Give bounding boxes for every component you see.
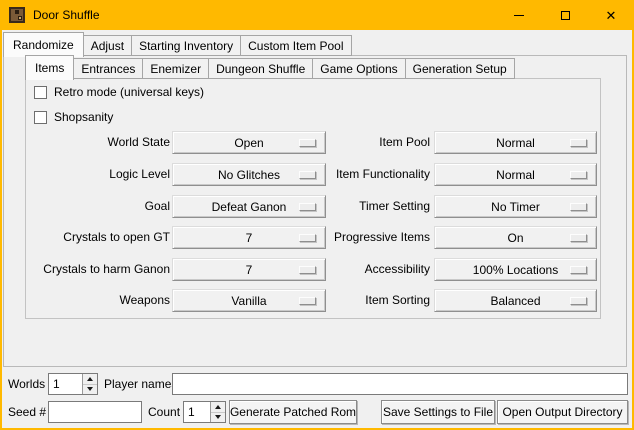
crystals-gt-label: Crystals to open GT xyxy=(32,226,170,249)
accessibility-dropdown[interactable]: 100% Locations xyxy=(434,258,597,281)
close-icon: ✕ xyxy=(606,9,617,22)
worlds-spin-up[interactable] xyxy=(83,374,97,384)
down-arrow-icon xyxy=(87,387,93,391)
dropdown-indicator-icon xyxy=(570,139,587,147)
dropdown-indicator-icon xyxy=(570,297,587,305)
shopsanity-label: Shopsanity xyxy=(54,110,113,124)
logic-level-label: Logic Level xyxy=(32,163,170,186)
window-title: Door Shuffle xyxy=(33,8,100,22)
app-window: Door Shuffle ✕ Randomize Adjust Starting… xyxy=(0,0,634,430)
main-tab-bar: Randomize Adjust Starting Inventory Cust… xyxy=(3,31,352,56)
progressive-items-dropdown[interactable]: On xyxy=(434,226,597,249)
maximize-icon xyxy=(561,11,570,20)
seed-label: Seed # xyxy=(8,401,46,423)
item-pool-label: Item Pool xyxy=(300,131,430,154)
maximize-button[interactable] xyxy=(542,0,588,30)
shopsanity-checkbox[interactable] xyxy=(34,111,47,124)
dropdown-indicator-icon xyxy=(570,171,587,179)
up-arrow-icon xyxy=(215,405,221,409)
weapons-label: Weapons xyxy=(32,289,170,312)
timer-setting-label: Timer Setting xyxy=(300,195,430,218)
minimize-button[interactable] xyxy=(496,0,542,30)
open-output-directory-button[interactable]: Open Output Directory xyxy=(497,400,628,424)
count-spin-up[interactable] xyxy=(211,402,225,412)
tab-enemizer[interactable]: Enemizer xyxy=(143,58,209,79)
timer-setting-dropdown[interactable]: No Timer xyxy=(434,195,597,218)
worlds-spinbox[interactable]: 1 xyxy=(48,373,98,395)
tab-generation-setup[interactable]: Generation Setup xyxy=(406,58,515,79)
down-arrow-icon xyxy=(215,415,221,419)
retro-mode-label: Retro mode (universal keys) xyxy=(54,85,204,99)
progressive-items-label: Progressive Items xyxy=(300,226,430,249)
close-button[interactable]: ✕ xyxy=(588,0,634,30)
player-names-label: Player names xyxy=(104,373,177,395)
tab-dungeon-shuffle[interactable]: Dungeon Shuffle xyxy=(209,58,313,79)
shopsanity-row: Shopsanity xyxy=(34,110,113,124)
app-icon xyxy=(9,7,25,23)
minimize-icon xyxy=(514,15,524,16)
item-functionality-dropdown[interactable]: Normal xyxy=(434,163,597,186)
tab-custom-item-pool[interactable]: Custom Item Pool xyxy=(241,35,351,56)
count-spinbox[interactable]: 1 xyxy=(183,401,226,423)
count-spin-down[interactable] xyxy=(211,412,225,423)
worlds-label: Worlds xyxy=(8,373,45,395)
save-settings-button[interactable]: Save Settings to File xyxy=(381,400,495,424)
title-bar: Door Shuffle ✕ xyxy=(0,0,634,30)
dropdown-indicator-icon xyxy=(570,203,587,211)
item-pool-dropdown[interactable]: Normal xyxy=(434,131,597,154)
count-label: Count xyxy=(148,401,180,423)
item-functionality-label: Item Functionality xyxy=(300,163,430,186)
caption-buttons: ✕ xyxy=(496,0,634,30)
retro-mode-checkbox[interactable] xyxy=(34,86,47,99)
sub-tab-bar: Items Entrances Enemizer Dungeon Shuffle… xyxy=(25,54,515,79)
retro-mode-row: Retro mode (universal keys) xyxy=(34,85,204,99)
item-sorting-label: Item Sorting xyxy=(300,289,430,312)
goal-label: Goal xyxy=(32,195,170,218)
tab-game-options[interactable]: Game Options xyxy=(313,58,405,79)
dropdown-indicator-icon xyxy=(570,266,587,274)
player-names-input[interactable] xyxy=(172,373,628,395)
tab-starting-inventory[interactable]: Starting Inventory xyxy=(132,35,241,56)
accessibility-label: Accessibility xyxy=(300,258,430,281)
worlds-spin-down[interactable] xyxy=(83,384,97,395)
tab-items[interactable]: Items xyxy=(25,55,74,80)
up-arrow-icon xyxy=(87,377,93,381)
dropdown-indicator-icon xyxy=(570,234,587,242)
tab-entrances[interactable]: Entrances xyxy=(74,58,143,79)
seed-input[interactable] xyxy=(48,401,142,423)
generate-patched-rom-button[interactable]: Generate Patched Rom xyxy=(229,400,357,424)
world-state-label: World State xyxy=(32,131,170,154)
item-sorting-dropdown[interactable]: Balanced xyxy=(434,289,597,312)
tab-adjust[interactable]: Adjust xyxy=(84,35,132,56)
crystals-ganon-label: Crystals to harm Ganon xyxy=(32,258,170,281)
